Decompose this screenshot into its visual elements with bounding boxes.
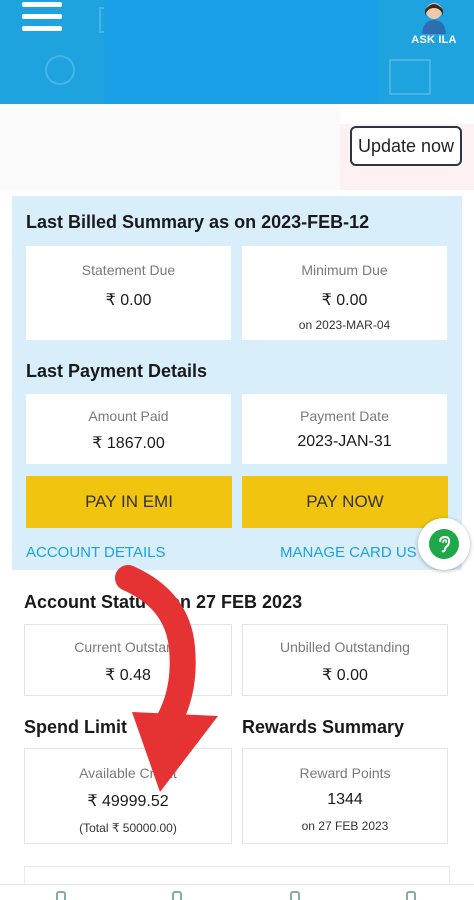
reward-points-date: on 27 FEB 2023 — [301, 819, 389, 833]
rewards-summary-title: Rewards Summary — [242, 717, 405, 737]
billed-summary-title: Last Billed Summary as on 2023-FEB-12 — [26, 212, 370, 232]
current-outstanding-card: Current Outstand ₹ 0.48 — [24, 624, 232, 696]
payment-date-value: 2023-JAN-31 — [297, 433, 392, 450]
pay-now-button[interactable]: PAY NOW — [242, 476, 448, 528]
amount-paid-value: ₹ 1867.00 — [92, 435, 165, 452]
hearing-icon — [429, 529, 459, 559]
payment-date-label: Payment Date — [300, 408, 389, 424]
current-outstanding-label: Current Outstand — [74, 639, 182, 655]
total-credit-label: (Total ₹ 50000.00) — [79, 821, 177, 835]
app-header: ASK ILA — [0, 0, 474, 104]
reward-points-label: Reward Points — [299, 765, 391, 781]
unbilled-outstanding-card: Unbilled Outstanding ₹ 0.00 — [242, 624, 448, 696]
hamburger-menu-icon[interactable] — [22, 2, 62, 34]
header-title-block — [104, 0, 379, 104]
nav-cart-icon[interactable] — [172, 891, 182, 900]
manage-card-link[interactable]: MANAGE CARD US — [280, 544, 420, 561]
current-outstanding-value: ₹ 0.48 — [105, 667, 151, 684]
account-status-title-a: Account Statu — [24, 592, 147, 612]
unbilled-outstanding-label: Unbilled Outstanding — [280, 639, 410, 655]
statement-due-card: Statement Due ₹ 0.00 — [26, 246, 231, 340]
unbilled-outstanding-value: ₹ 0.00 — [322, 667, 368, 684]
available-credit-value: ₹ 49999.52 — [87, 793, 169, 810]
banner-blank — [0, 104, 340, 190]
available-credit-card: Available Credit ₹ 49999.52 (Total ₹ 500… — [24, 748, 232, 844]
pay-in-emi-button[interactable]: PAY IN EMI — [26, 476, 232, 528]
account-details-link[interactable]: ACCOUNT DETAILS — [26, 544, 165, 561]
available-credit-label: Available Credit — [79, 765, 177, 781]
statement-due-value: ₹ 0.00 — [105, 292, 152, 309]
ask-ila-button[interactable]: ASK ILA — [404, 0, 464, 60]
reward-points-card: Reward Points 1344 on 27 FEB 2023 — [242, 748, 448, 844]
statement-due-label: Statement Due — [81, 262, 176, 278]
reward-points-value: 1344 — [327, 791, 363, 808]
spend-limit-title: Spend Limit — [24, 717, 127, 737]
nav-more-icon[interactable] — [406, 891, 416, 900]
next-section-card — [24, 866, 450, 886]
minimum-due-date: on 2023-MAR-04 — [298, 318, 391, 332]
account-status-title-b: s on 27 FEB 2023 — [154, 592, 303, 612]
bottom-nav-bar[interactable] — [0, 884, 474, 900]
amount-paid-card: Amount Paid ₹ 1867.00 — [26, 394, 231, 464]
ask-ila-avatar-icon — [419, 0, 449, 34]
chat-help-button[interactable] — [418, 518, 470, 570]
update-now-button[interactable]: Update now — [350, 126, 462, 166]
ask-ila-label: ASK ILA — [411, 34, 457, 46]
payment-details-title: Last Payment Details — [26, 361, 208, 381]
account-status-title: Account Statu s on 27 FEB 2023 — [24, 592, 302, 613]
minimum-due-card: Minimum Due ₹ 0.00 on 2023-MAR-04 — [242, 246, 447, 340]
minimum-due-label: Minimum Due — [301, 262, 388, 278]
nav-card-icon[interactable] — [290, 891, 300, 900]
amount-paid-label: Amount Paid — [88, 408, 169, 424]
nav-home-icon[interactable] — [56, 891, 66, 900]
minimum-due-value: ₹ 0.00 — [321, 292, 368, 309]
payment-date-card: Payment Date 2023-JAN-31 — [242, 394, 447, 464]
